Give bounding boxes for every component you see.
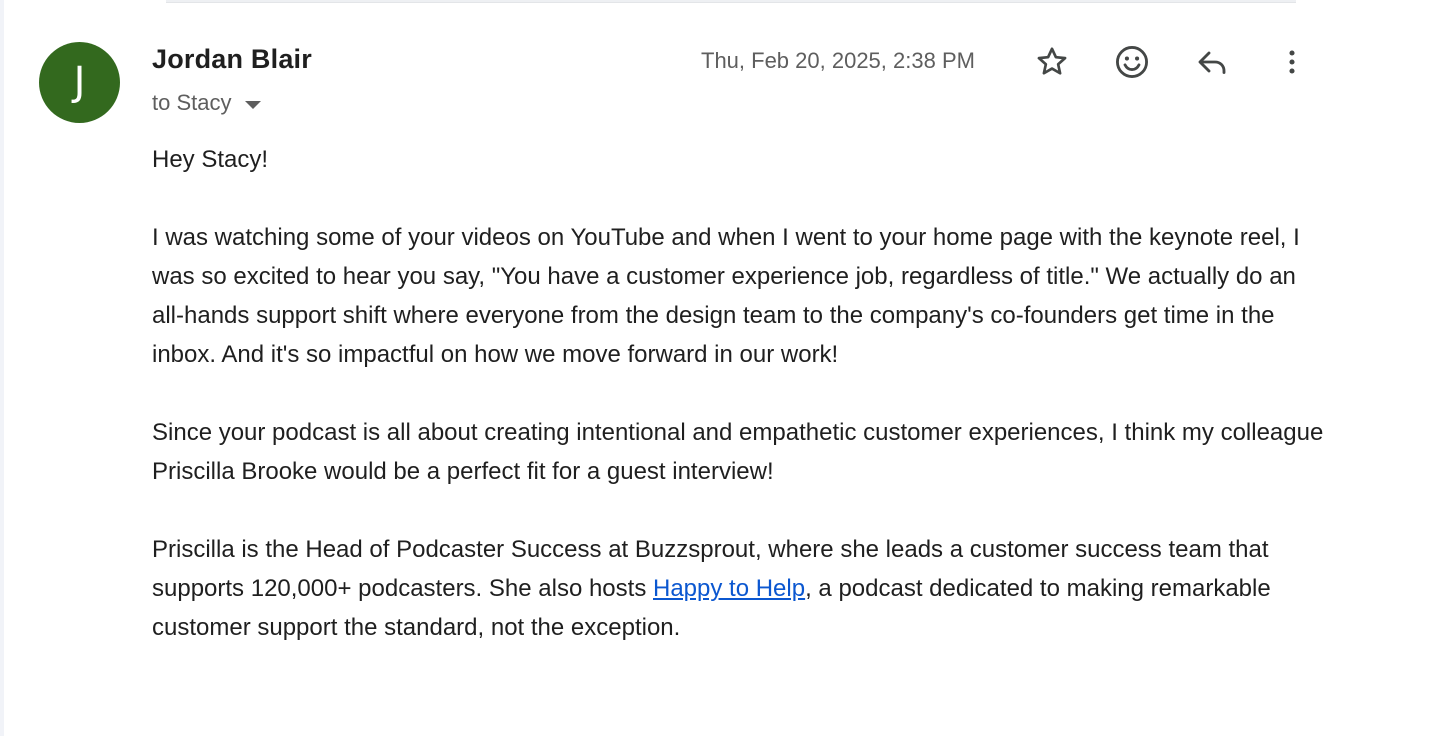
more-vert-icon: [1289, 50, 1295, 74]
chevron-down-icon: [245, 100, 262, 109]
star-button[interactable]: [1030, 40, 1074, 84]
top-divider: [166, 0, 1296, 3]
message-paragraph: Since your podcast is all about creating…: [152, 419, 1324, 485]
sender-avatar[interactable]: J: [39, 42, 120, 123]
happy-to-help-link[interactable]: Happy to Help: [653, 575, 805, 602]
message-timestamp: Thu, Feb 20, 2025, 2:38 PM: [701, 48, 975, 73]
message-paragraph: I was watching some of your videos on Yo…: [152, 224, 1300, 368]
recipient-details-toggle[interactable]: to Stacy: [152, 88, 262, 118]
recipient-label: to Stacy: [152, 90, 232, 115]
reply-icon: [1198, 51, 1226, 74]
add-reaction-button[interactable]: [1110, 40, 1154, 84]
sender-name[interactable]: Jordan Blair: [152, 44, 312, 75]
message-paragraph: Priscilla is the Head of Podcaster Succe…: [152, 530, 1332, 647]
reply-button[interactable]: [1190, 40, 1234, 84]
more-options-button[interactable]: [1270, 40, 1314, 84]
email-message: J Jordan Blair to Stacy Thu, Feb 20, 202…: [0, 0, 1442, 736]
message-body: Hey Stacy! I was watching some of your v…: [152, 140, 1332, 686]
emoji-icon: [1116, 46, 1148, 78]
message-greeting: Hey Stacy!: [152, 146, 269, 173]
star-icon: [1037, 47, 1067, 75]
